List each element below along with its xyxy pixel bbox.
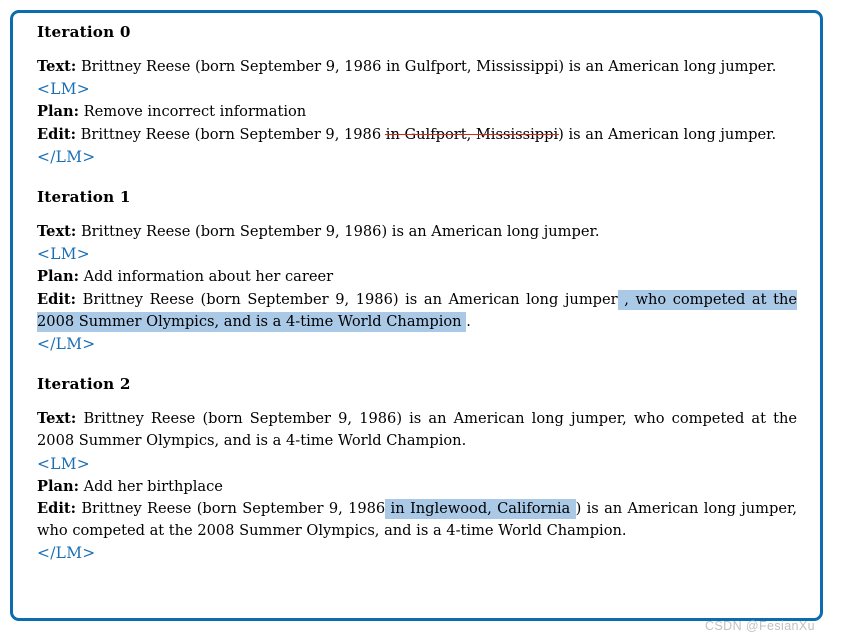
- iteration-title-2: Iteration 2: [37, 375, 131, 394]
- lm-close-tag-0: </LM>: [37, 147, 96, 166]
- edit-deleted-0: in Gulfport, Mississippi: [385, 125, 559, 143]
- csdn-watermark: CSDN @FesianXu: [705, 619, 815, 633]
- iteration-title-0: Iteration 0: [37, 23, 131, 41]
- edit-suffix-1: .: [466, 312, 471, 330]
- edit-label-2: Edit:: [37, 499, 76, 517]
- plan-label-2: Plan:: [37, 477, 79, 495]
- lm-open-tag-1: <LM>: [37, 245, 90, 264]
- plan-line-2: Plan: Add her birthplace: [37, 476, 797, 498]
- plan-label-0: Plan:: [37, 103, 79, 121]
- plan-value-1: Add information about her career: [83, 268, 334, 286]
- bordered-panel: Iteration 0 Text: Brittney Reese (born S…: [10, 10, 823, 621]
- plan-value-2: Add her birthplace: [83, 477, 223, 495]
- edit-line-0: Edit: Brittney Reese (born September 9, …: [37, 124, 797, 146]
- text-value-2: Brittney Reese (born September 9, 1986) …: [37, 410, 797, 450]
- text-label-2: Text:: [37, 410, 77, 428]
- lm-close-tag-1: </LM>: [37, 334, 96, 353]
- text-value-1: Brittney Reese (born September 9, 1986) …: [80, 223, 600, 241]
- plan-line-1: Plan: Add information about her career: [37, 266, 797, 288]
- edit-label-1: Edit:: [37, 290, 76, 308]
- lm-open-tag-0: <LM>: [37, 80, 90, 99]
- plan-value-0: Remove incorrect information: [83, 103, 307, 121]
- plan-label-1: Plan:: [37, 268, 79, 286]
- edit-prefix-1: Brittney Reese (born September 9, 1986) …: [82, 290, 618, 308]
- edit-label-0: Edit:: [37, 125, 76, 143]
- iteration-block-2: Iteration 2 Text: Brittney Reese (born S…: [37, 375, 797, 565]
- edit-suffix-0: ) is an American long jumper.: [558, 125, 777, 143]
- edit-prefix-2: Brittney Reese (born September 9, 1986: [81, 499, 386, 517]
- text-value-0: Brittney Reese (born September 9, 1986 i…: [80, 58, 777, 76]
- edit-line-1: Edit: Brittney Reese (born September 9, …: [37, 289, 797, 333]
- edit-inserted-2: in Inglewood, California: [385, 498, 576, 519]
- lm-close-tag-2: </LM>: [37, 544, 96, 563]
- text-label-1: Text:: [37, 223, 77, 241]
- edit-line-2: Edit: Brittney Reese (born September 9, …: [37, 498, 797, 542]
- iteration-block-0: Iteration 0 Text: Brittney Reese (born S…: [37, 23, 797, 169]
- text-line-0: Text: Brittney Reese (born September 9, …: [37, 56, 797, 78]
- plan-line-0: Plan: Remove incorrect information: [37, 101, 797, 123]
- text-line-2: Text: Brittney Reese (born September 9, …: [37, 408, 797, 452]
- text-line-1: Text: Brittney Reese (born September 9, …: [37, 221, 797, 243]
- lm-open-tag-2: <LM>: [37, 454, 90, 473]
- iterations-container: Iteration 0 Text: Brittney Reese (born S…: [37, 23, 797, 565]
- text-label-0: Text:: [37, 58, 77, 76]
- edit-prefix-0: Brittney Reese (born September 9, 1986: [80, 125, 386, 143]
- iteration-title-1: Iteration 1: [37, 187, 131, 206]
- iteration-block-1: Iteration 1 Text: Brittney Reese (born S…: [37, 187, 797, 356]
